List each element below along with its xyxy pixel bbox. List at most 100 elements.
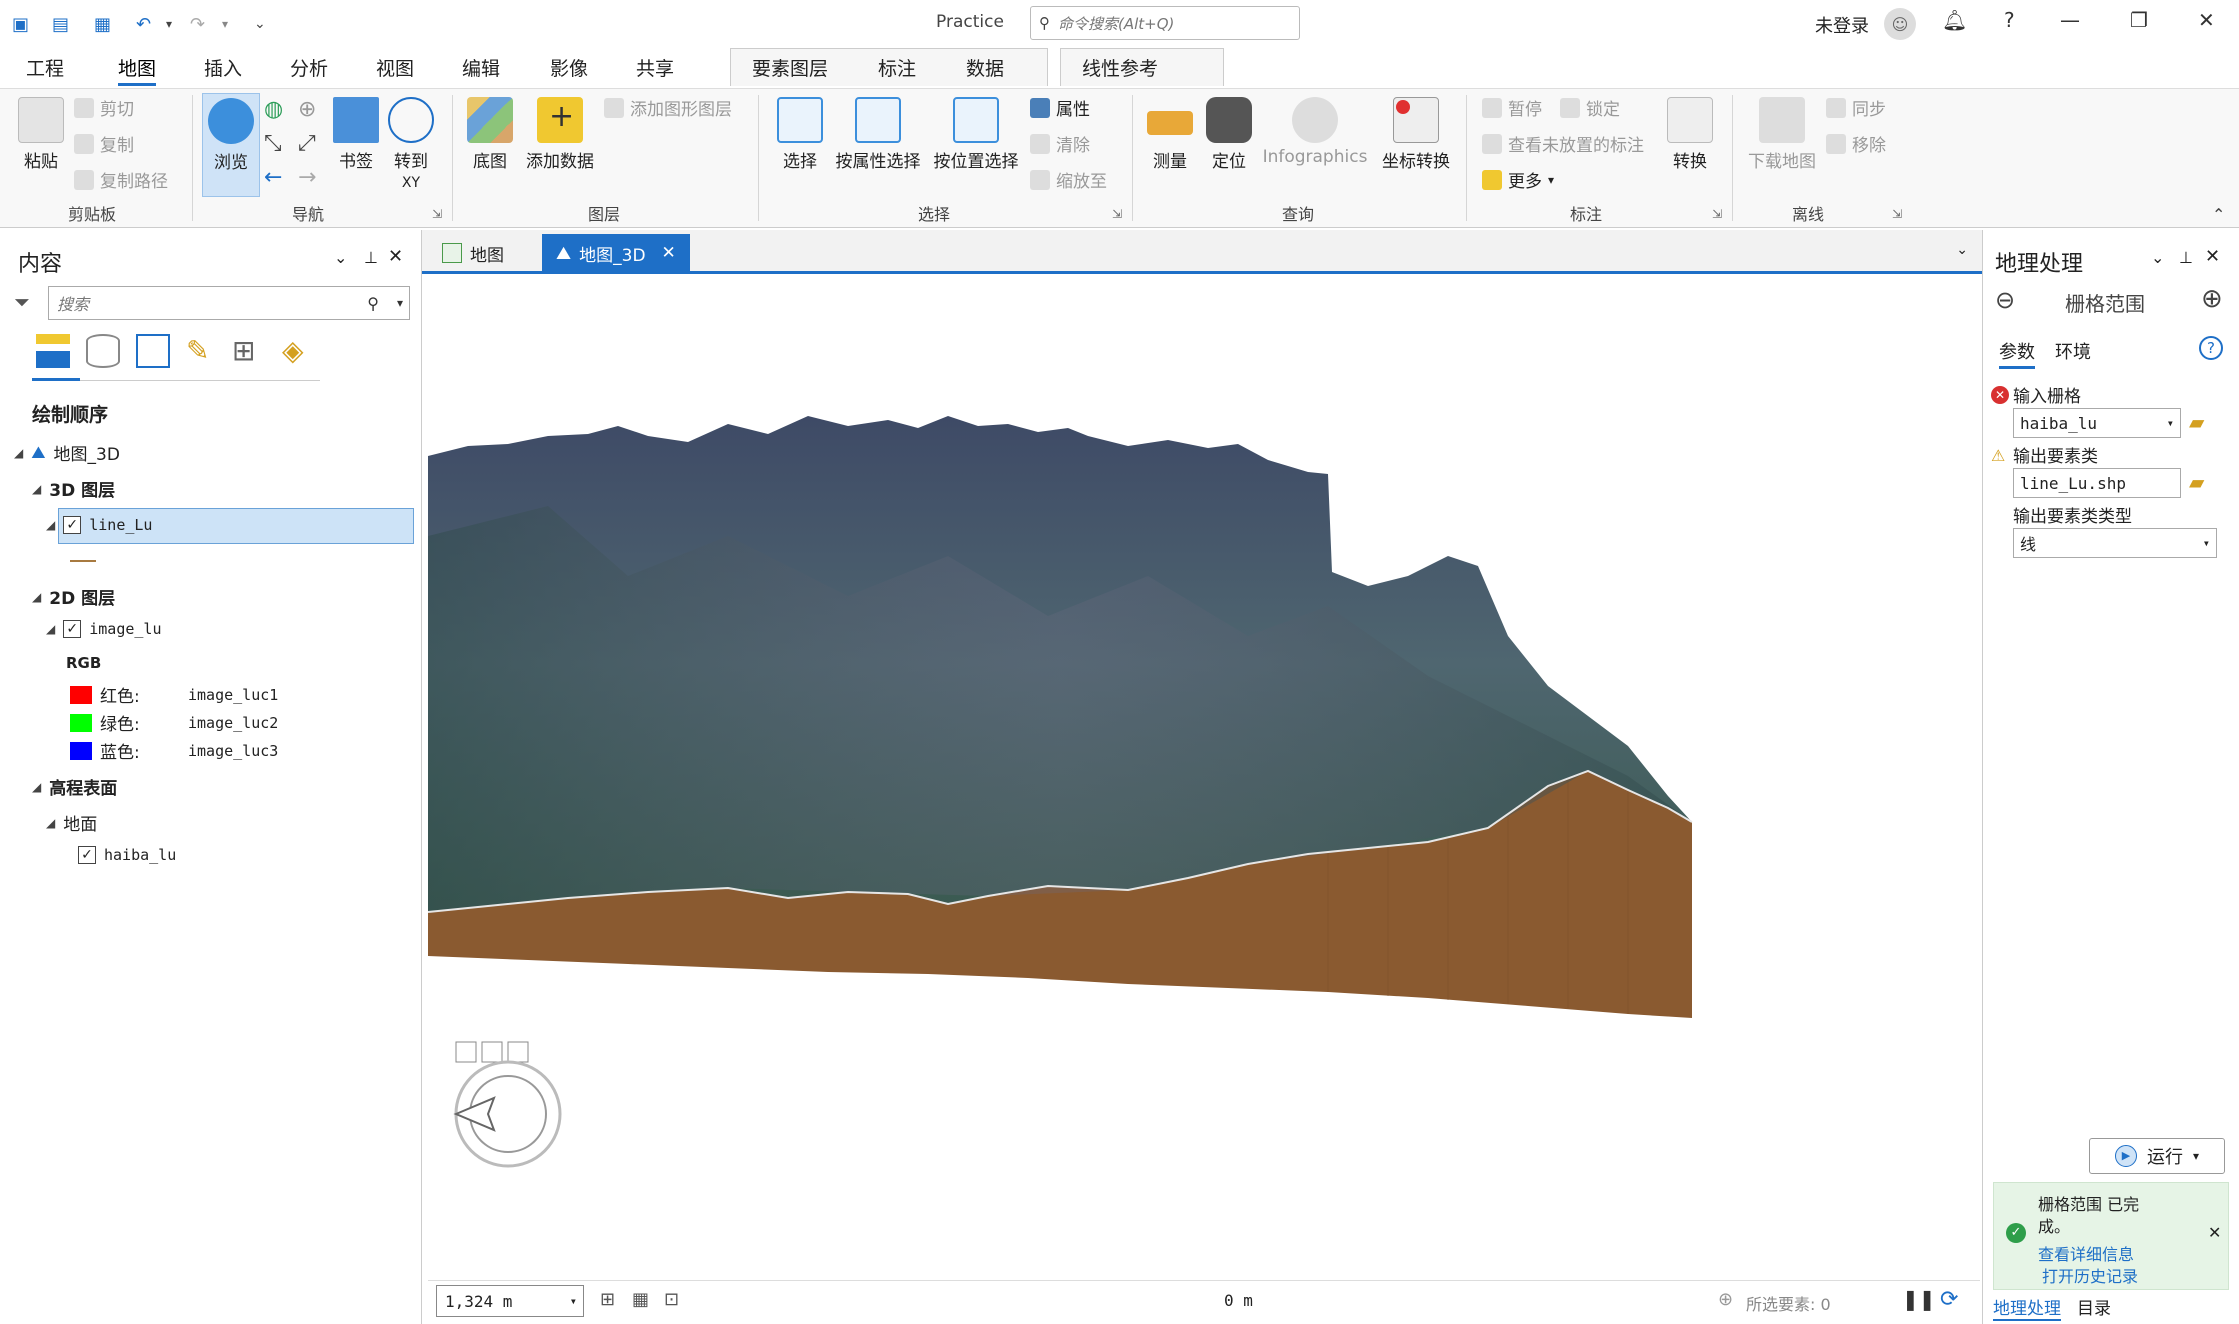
restore-icon[interactable]: ❐ [2130, 8, 2148, 32]
collapse-triangle-icon[interactable]: ◢ [46, 816, 55, 830]
select-by-attributes-button[interactable]: 按属性选择 [830, 97, 926, 172]
new-project-icon[interactable]: ▣ [12, 10, 29, 38]
tab-catalog-bottom[interactable]: 目录 [2077, 1294, 2111, 1319]
input-raster-dropdown[interactable]: haiba_lu ▾ [2013, 408, 2181, 438]
collapse-triangle-icon[interactable]: ◢ [46, 622, 55, 636]
terrain-scene[interactable] [428, 276, 1980, 1280]
tree-layer-image-lu[interactable]: ◢ ✓ image_lu [46, 620, 161, 638]
download-map-button[interactable]: 下载地图 [1742, 97, 1822, 172]
list-by-editing-icon[interactable]: ✎ [186, 334, 220, 368]
tab-environments[interactable]: 环境 [2055, 338, 2091, 364]
minimize-icon[interactable]: — [2060, 8, 2080, 32]
tree-3d-layers[interactable]: ◢ 3D 图层 [32, 476, 115, 501]
selection-dialog-launcher-icon[interactable]: ⇲ [1112, 207, 1122, 221]
tab-map[interactable]: 地图 [118, 54, 157, 86]
navigator-walk-icon[interactable] [507, 1041, 529, 1063]
layer-visibility-checkbox[interactable]: ✓ [78, 846, 96, 864]
tab-imagery[interactable]: 影像 [550, 54, 588, 86]
tree-elevation-surfaces[interactable]: ◢ 高程表面 [32, 774, 117, 799]
run-button[interactable]: ▶ 运行 ▾ [2089, 1138, 2225, 1174]
help-icon[interactable]: ? [2199, 336, 2223, 360]
tab-labeling[interactable]: 标注 [878, 54, 916, 86]
go-to-xy-button[interactable]: 转到 XY [386, 97, 436, 192]
output-type-dropdown[interactable]: 线 ▾ [2013, 528, 2217, 558]
tab-view[interactable]: 视图 [376, 54, 414, 86]
previous-extent-icon[interactable]: ← [264, 165, 282, 190]
collapse-triangle-icon[interactable]: ◢ [32, 590, 41, 604]
add-graphics-layer-button[interactable]: 添加图形图层 [604, 95, 732, 120]
customize-toolbar-icon[interactable]: ⌄ [254, 10, 266, 38]
cut-button[interactable]: 剪切 [74, 95, 134, 120]
open-history-link[interactable]: 打开历史记录 [2042, 1263, 2138, 1287]
list-by-selection-icon[interactable] [136, 334, 170, 368]
close-pane-icon[interactable]: ✕ [2205, 246, 2220, 267]
tab-map-3d[interactable]: ⛰ 地图_3D ✕ [542, 234, 690, 272]
select-button[interactable]: 选择 [772, 97, 828, 172]
tab-parameters[interactable]: 参数 [1999, 338, 2035, 369]
pause-drawing-icon[interactable]: ❚❚ [1902, 1287, 1936, 1311]
command-search-input[interactable]: ⚲ 命令搜索(Alt+Q) [1030, 6, 1300, 40]
copy-button[interactable]: 复制 [74, 131, 134, 156]
tree-2d-layers[interactable]: ◢ 2D 图层 [32, 584, 115, 609]
tab-edit[interactable]: 编辑 [462, 54, 500, 86]
collapse-triangle-icon[interactable]: ◢ [32, 482, 41, 496]
tab-data[interactable]: 数据 [966, 54, 1004, 86]
navigator-expand-icon[interactable] [455, 1041, 477, 1063]
tree-layer-haiba-lu[interactable]: ✓ haiba_lu [78, 846, 176, 864]
next-extent-icon[interactable]: → [298, 165, 316, 190]
select-by-location-button[interactable]: 按位置选择 [928, 97, 1024, 172]
fixed-zoom-in-icon[interactable]: ⤡ [264, 131, 282, 156]
tab-project[interactable]: 工程 [26, 54, 64, 86]
full-extent-icon[interactable]: ⊕ [298, 97, 316, 122]
collapse-ribbon-icon[interactable]: ⌃ [2212, 205, 2225, 224]
add-features-icon[interactable]: ⊞ [600, 1289, 615, 1310]
redo-icon[interactable]: ↷ [190, 10, 205, 38]
tab-share[interactable]: 共享 [636, 54, 674, 86]
tree-layer-line-lu[interactable]: ◢ ✓ line_Lu [46, 516, 152, 534]
undo-dropdown-icon[interactable]: ▾ [166, 10, 172, 38]
locate-button[interactable]: 定位 [1202, 97, 1256, 172]
tab-insert[interactable]: 插入 [204, 54, 242, 86]
tab-geoprocessing-bottom[interactable]: 地理处理 [1993, 1294, 2061, 1321]
list-by-snapping-icon[interactable]: ⊞ [232, 334, 266, 368]
search-dropdown-icon[interactable]: ▾ [397, 296, 403, 310]
more-labels-button[interactable]: 更多 ▾ [1482, 167, 1554, 192]
collapse-triangle-icon[interactable]: ◢ [32, 780, 41, 794]
grid-icon[interactable]: ▦ [632, 1289, 649, 1310]
convert-coordinates-button[interactable]: 坐标转换 [1376, 97, 1456, 172]
tab-map-2d[interactable]: 地图 [428, 234, 518, 272]
snapping-icon[interactable]: ⊡ [664, 1289, 679, 1310]
view-unplaced-button[interactable]: 查看未放置的标注 [1482, 131, 1644, 156]
tab-analysis[interactable]: 分析 [290, 54, 328, 86]
navigate-dialog-launcher-icon[interactable]: ⇲ [432, 207, 442, 221]
browse-folder-icon[interactable]: ▰ [2189, 470, 2204, 494]
redo-dropdown-icon[interactable]: ▾ [222, 10, 228, 38]
copy-path-button[interactable]: 复制路径 [74, 167, 168, 192]
run-dropdown-icon[interactable]: ▾ [2193, 1149, 2199, 1163]
bookmarks-button[interactable]: 书签 [330, 97, 382, 172]
output-fc-input[interactable]: line_Lu.shp [2013, 468, 2181, 498]
measure-button[interactable]: 测量 [1142, 97, 1198, 172]
pause-labels-button[interactable]: 暂停 [1482, 95, 1542, 120]
remove-offline-button[interactable]: 移除 [1826, 131, 1886, 156]
labeling-dialog-launcher-icon[interactable]: ⇲ [1712, 207, 1722, 221]
basemap-button[interactable]: 底图 [462, 97, 518, 172]
help-icon[interactable]: ? [2004, 8, 2015, 32]
user-signin-label[interactable]: 未登录 [1815, 12, 1869, 38]
close-window-icon[interactable]: ✕ [2198, 8, 2215, 32]
pane-options-icon[interactable]: ⌄ [2151, 248, 2164, 267]
explore-button[interactable]: 浏览 [202, 93, 260, 197]
infographics-button[interactable]: Infographics [1260, 97, 1370, 167]
offline-dialog-launcher-icon[interactable]: ⇲ [1892, 207, 1902, 221]
convert-labels-button[interactable]: 转换 [1660, 97, 1720, 172]
contents-search-input[interactable]: 搜索 ⚲ ▾ [48, 286, 410, 320]
filter-icon[interactable]: ⏷ [14, 290, 30, 314]
open-project-icon[interactable]: ▤ [52, 10, 69, 38]
navigator-full-extent-icon[interactable] [481, 1041, 503, 1063]
attributes-button[interactable]: 属性 [1030, 95, 1090, 120]
avatar-icon[interactable]: ☺ [1884, 8, 1916, 40]
zoom-to-selection-button[interactable]: 缩放至 [1030, 167, 1107, 192]
refresh-icon[interactable]: ⟳ [1940, 1287, 1958, 1312]
list-by-labeling-icon[interactable]: ◈ [282, 334, 316, 368]
clear-selection-button[interactable]: 清除 [1030, 131, 1090, 156]
